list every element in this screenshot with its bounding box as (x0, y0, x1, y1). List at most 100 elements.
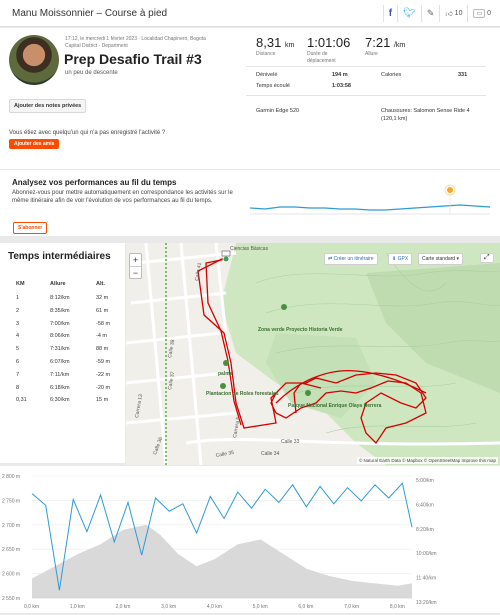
shoes-line-2: (120,1 km) (381, 116, 408, 122)
twitter-icon[interactable]: 🐦︎ (397, 5, 421, 22)
stat-pace: 7:21 /km Allure (365, 35, 406, 57)
map-label: Calle 34 (261, 451, 280, 457)
split-elev: -20 m (96, 384, 111, 391)
stat-moving-time: 1:01:06 Durée de déplacement (307, 35, 351, 64)
elapsed-value: 1:03:58 (332, 83, 351, 89)
y-right-tick-label: 10:00/km (416, 551, 437, 557)
split-pace: 8:12/km (50, 295, 70, 301)
split-elev: -22 m (96, 371, 111, 378)
split-pace: 8:35/km (50, 307, 70, 314)
share-actions: f 🐦︎ ✎ 👍︎ 10 ▭ 0 (382, 5, 496, 22)
split-elev: 88 m (96, 346, 109, 353)
split-pace: 8:06/km (50, 333, 70, 340)
split-pace: 6:30/km (50, 397, 70, 404)
splits-header-elev: Alt. (96, 281, 105, 287)
facebook-icon[interactable]: f (382, 5, 397, 22)
subscribe-button[interactable]: S'abonner (13, 222, 48, 234)
y-left-tick-label: 2 800 m (2, 474, 20, 480)
map-style-select[interactable]: Carte standard ▾ (418, 253, 463, 265)
create-route-button[interactable]: ⇄ Créer un itinéraire (324, 253, 378, 265)
table-row: 0,31 6:30/km 15 m (0, 394, 125, 406)
device-name: Garmin Edge 520 (256, 108, 300, 114)
divider (246, 66, 486, 67)
x-tick-label: 6,0 km (298, 604, 313, 610)
x-tick-label: 7,0 km (344, 604, 359, 610)
split-pace: 7:00/km (50, 320, 70, 327)
y-right-tick-label: 11:40/km (416, 576, 436, 582)
split-km: 7 (16, 371, 20, 378)
map-label: Calle 33 (281, 439, 300, 445)
add-private-notes-button[interactable]: Ajouter des notes privées (9, 99, 87, 113)
add-friends-button[interactable]: Ajouter des amis (9, 139, 60, 149)
elevation-chart-canvas[interactable]: 2 800 m 2 750 m 2 700 m 2 650 m 2 600 m 2 550… (0, 466, 500, 613)
elevation-area (32, 524, 412, 598)
calories-label: Calories (381, 72, 402, 78)
split-pace: 6:07/km (50, 359, 70, 365)
route-start-marker (222, 255, 230, 263)
performance-sparkline (250, 184, 490, 215)
elevation-label: Dénivelé (256, 72, 278, 78)
split-elev: 61 m (96, 307, 109, 314)
y-left-tick-label: 2 650 m (2, 547, 20, 553)
y-right-tick-label: 8:20/km (416, 527, 434, 533)
map-label-plantacion: Plantacion de Roles forestales (206, 391, 279, 397)
table-row: 6 6:07/km -59 m (0, 356, 125, 368)
y-right-tick-label: 6:40/km (416, 502, 434, 508)
split-pace: 7:31/km (50, 346, 70, 353)
split-pace: 6:18/km (50, 384, 70, 391)
route-map[interactable]: Ciencias Básicas Calle 41 Calle 38 Calle… (126, 243, 500, 465)
table-row: 5 7:31/km 88 m (0, 343, 125, 355)
split-km: 4 (16, 333, 20, 340)
splits-header-km: KM (16, 281, 25, 287)
x-tick-label: 3,0 km (161, 604, 176, 610)
zoom-in-button[interactable]: + (130, 254, 141, 266)
x-tick-label: 8,0 km (390, 604, 405, 610)
calories-value: 331 (458, 72, 468, 78)
split-elev: 15 m (96, 397, 109, 404)
x-tick-label: 4,0 km (207, 604, 222, 610)
y-right-tick-label: 13:20/km (416, 600, 437, 606)
y-left-tick-label: 2 600 m (2, 572, 20, 578)
map-canvas[interactable]: Ciencias Básicas Calle 41 Calle 38 Calle… (126, 243, 500, 465)
split-km: 0,31 (16, 397, 27, 404)
splits-header-pace: Allure (50, 281, 66, 287)
zoom-out-button[interactable]: − (130, 266, 141, 278)
pencil-icon[interactable]: ✎ (420, 5, 440, 22)
zoom-controls: + − (129, 253, 142, 279)
shoes-line-1: Chaussures: Salomon Sense Ride 4 (381, 108, 470, 114)
x-tick-label: 0,0 km (24, 604, 39, 610)
divider (246, 95, 486, 96)
map-label: Ciencias Básicas (230, 246, 269, 252)
table-row: 2 8:35/km 61 m (0, 305, 125, 317)
comments-button[interactable]: ▭ 0 (467, 5, 496, 22)
split-elev: -4 m (96, 333, 107, 340)
elapsed-label: Temps écoulé (256, 83, 290, 89)
split-km: 5 (16, 346, 20, 353)
x-tick-label: 2,0 km (115, 604, 130, 610)
x-tick-label: 5,0 km (253, 604, 268, 610)
split-km: 6 (16, 359, 20, 365)
top-bar: Manu Moissonnier – Course à pied f 🐦︎ ✎ … (0, 0, 500, 27)
activity-description: un peu de descente (65, 70, 118, 76)
avatar[interactable] (9, 35, 59, 85)
gpx-button[interactable]: ⬇ GPX (388, 253, 413, 265)
fullscreen-icon[interactable]: ⤢ (480, 253, 494, 263)
kudos-button[interactable]: 👍︎ 10 (439, 5, 467, 22)
split-km: 8 (16, 384, 20, 391)
map-label-palma: palma (218, 371, 233, 377)
split-elev: -58 m (96, 320, 111, 327)
elevation-pace-chart[interactable]: 2 800 m 2 750 m 2 700 m 2 650 m 2 600 m 2 550… (0, 466, 500, 613)
splits-title: Temps intermédiaires (8, 251, 111, 262)
map-label-zona-verde: Zona verde Proyecto Historia Verde (258, 327, 343, 333)
table-row: 4 8:06/km -4 m (0, 330, 125, 342)
table-row: 7 7:11/km -22 m (0, 369, 125, 381)
current-effort-marker (447, 187, 453, 193)
analyze-title: Analysez vos performances au fil du temp… (12, 178, 177, 187)
table-row: 1 8:12/km 32 m (0, 292, 125, 304)
stat-distance: 8,31 km Distance (256, 35, 295, 57)
elevation-value: 194 m (332, 72, 348, 78)
map-label-parque: Parque Nacional Enrique Olaya Herrera (288, 403, 382, 409)
splits-panel: Temps intermédiaires KM Allure Alt. 1 8:1… (0, 243, 125, 463)
y-left-tick-label: 2 700 m (2, 523, 20, 529)
split-km: 1 (16, 295, 20, 301)
